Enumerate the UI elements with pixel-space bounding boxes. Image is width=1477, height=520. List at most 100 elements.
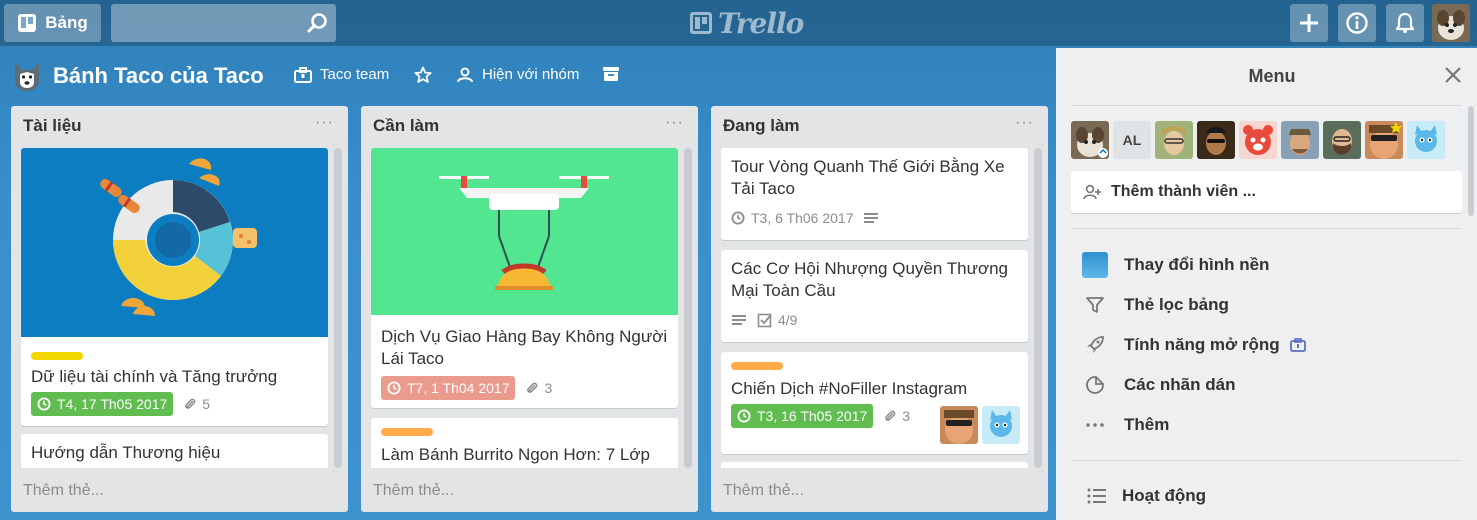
member-avatar[interactable]: [1281, 121, 1319, 159]
add-button[interactable]: [1290, 4, 1328, 42]
menu-item-more[interactable]: Thêm: [1082, 412, 1169, 438]
menu-item-power-ups[interactable]: Tính năng mở rộng: [1082, 332, 1306, 358]
board-title[interactable]: Bánh Taco của Taco: [53, 63, 264, 89]
boards-label: Bảng: [45, 13, 88, 32]
card-title: Chiến Dịch #NoFiller Instagram: [731, 379, 968, 398]
menu-item-change-background[interactable]: Thay đổi hình nền: [1082, 252, 1269, 278]
due-date-badge: T7, 1 Th04 2017: [381, 376, 516, 400]
list-menu-icon[interactable]: ···: [1015, 114, 1034, 132]
list-title[interactable]: Đang làm: [723, 116, 800, 136]
card-instagram[interactable]: Chiến Dịch #NoFiller Instagram T3, 16 Th…: [721, 352, 1028, 454]
drone-cover-image: [371, 148, 678, 315]
list-scrollbar[interactable]: [1034, 148, 1042, 468]
card-partial[interactable]: [721, 462, 1028, 468]
paperclip-icon: [527, 382, 538, 393]
checklist-badge: 4/9: [757, 312, 797, 328]
business-class-icon: [1289, 338, 1306, 352]
list-scrollbar[interactable]: [334, 148, 342, 468]
background-swatch-icon: [1082, 252, 1108, 278]
card-drone-delivery[interactable]: Dịch Vụ Giao Hàng Bay Không Người Lái Ta…: [371, 148, 678, 408]
user-avatar[interactable]: [1432, 4, 1470, 42]
dog-avatar-icon: [1432, 4, 1470, 42]
card-badges: T4, 17 Th05 2017 5: [21, 392, 328, 416]
rocket-icon: [1082, 332, 1108, 358]
card-title: Tour Vòng Quanh Thế Giới Bằng Xe Tải Tac…: [731, 157, 1005, 198]
paperclip-icon: [185, 398, 196, 409]
paperclip-icon: [885, 410, 896, 421]
trello-logo-text: Trello: [718, 6, 804, 40]
person-avatar-icon: [1281, 121, 1319, 159]
add-member-label: Thêm thành viên ...: [1111, 183, 1256, 200]
list-menu-icon[interactable]: ···: [315, 114, 334, 132]
team-visibility-icon: [457, 67, 473, 82]
menu-divider: [1071, 105, 1462, 106]
menu-item-filter-cards[interactable]: Thẻ lọc bảng: [1082, 292, 1229, 318]
close-icon[interactable]: [1442, 64, 1464, 86]
visibility-button[interactable]: Hiện với nhóm: [456, 66, 579, 83]
member-avatar[interactable]: [1197, 121, 1235, 159]
menu-scrollbar[interactable]: [1468, 106, 1474, 216]
member-avatar[interactable]: [1323, 121, 1361, 159]
add-card-button[interactable]: Thêm thẻ...: [373, 482, 454, 500]
dog-avatar-icon: [1071, 121, 1109, 159]
board-menu: Menu AL Thêm thành viên ... Thay đổi hìn…: [1056, 48, 1477, 520]
due-date-text: T3, 16 Th05 2017: [757, 408, 868, 424]
member-avatar-happy-cat[interactable]: [982, 406, 1020, 444]
member-avatar-sunglasses[interactable]: [940, 406, 978, 444]
team-button[interactable]: Taco team: [294, 66, 389, 83]
card-title: Làm Bánh Burrito Ngon Hơn: 7 Lớp: [381, 445, 650, 464]
add-card-button[interactable]: Thêm thẻ...: [23, 482, 104, 500]
card-burrito[interactable]: Làm Bánh Burrito Ngon Hơn: 7 Lớp: [371, 418, 678, 468]
boards-icon: [18, 14, 37, 32]
menu-item-label: Thêm: [1124, 415, 1170, 434]
list-title[interactable]: Cần làm: [373, 116, 439, 136]
card-title: Dữ liệu tài chính và Tăng trưởng: [31, 367, 278, 386]
boards-button[interactable]: Bảng: [4, 4, 101, 42]
info-icon: [1346, 12, 1368, 34]
list-dang-lam: Đang làm ··· Tour Vòng Quanh Thế Giới Bằ…: [711, 106, 1048, 512]
search-icon[interactable]: [306, 12, 328, 34]
card-title: Dịch Vụ Giao Hàng Bay Không Người Lái Ta…: [381, 327, 668, 368]
star-button[interactable]: [414, 66, 432, 84]
card-taco-truck-tour[interactable]: Tour Vòng Quanh Thế Giới Bằng Xe Tải Tac…: [721, 148, 1028, 240]
briefcase-icon: [294, 66, 312, 83]
menu-item-activity[interactable]: Hoạt động: [1084, 483, 1206, 509]
list-title[interactable]: Tài liệu: [23, 116, 82, 136]
card-franchise[interactable]: Các Cơ Hội Nhượng Quyền Thương Mại Toàn …: [721, 250, 1028, 342]
menu-item-label: Thay đổi hình nền: [1124, 255, 1270, 274]
checklist-count: 4/9: [778, 312, 798, 328]
attachments-count: 3: [544, 380, 553, 396]
visibility-label: Hiện với nhóm: [482, 66, 580, 83]
card-financial-data[interactable]: Dữ liệu tài chính và Tăng trưởng T4, 17 …: [21, 148, 328, 426]
description-icon: [864, 213, 879, 223]
list-can-lam: Cần làm ··· Dịch Vụ Giao Hàng Bay Không …: [361, 106, 698, 512]
member-avatar[interactable]: [1365, 121, 1403, 159]
butler-button[interactable]: [602, 66, 620, 82]
member-initials: AL: [1122, 132, 1142, 148]
member-avatar[interactable]: [1239, 121, 1277, 159]
clock-icon: [731, 211, 745, 225]
member-avatar[interactable]: [1071, 121, 1109, 159]
menu-item-stickers[interactable]: Các nhãn dán: [1082, 372, 1235, 398]
member-avatar[interactable]: [1155, 121, 1193, 159]
add-member-button[interactable]: Thêm thành viên ...: [1071, 171, 1462, 213]
card-badges: T7, 1 Th04 2017 3: [371, 376, 678, 400]
info-button[interactable]: [1338, 4, 1376, 42]
menu-item-label: Thẻ lọc bảng: [1124, 295, 1229, 314]
member-avatar[interactable]: [1407, 121, 1445, 159]
notifications-button[interactable]: [1386, 4, 1424, 42]
list-menu-icon[interactable]: ···: [665, 114, 684, 132]
card-badges: 4/9: [721, 308, 1028, 332]
list-scrollbar[interactable]: [684, 148, 692, 468]
search-input[interactable]: [111, 4, 336, 42]
card-brand-guide[interactable]: Hướng dẫn Thương hiệu: [21, 434, 328, 468]
husky-icon: [15, 62, 39, 91]
trello-logo[interactable]: Trello: [690, 6, 804, 40]
happy-cat-avatar-icon: [1407, 121, 1445, 159]
add-card-button[interactable]: Thêm thẻ...: [723, 482, 804, 500]
due-date-text: T7, 1 Th04 2017: [407, 380, 510, 396]
member-avatar-initials[interactable]: AL: [1113, 121, 1151, 159]
board-header: Bánh Taco của Taco Taco team Hiện với nh…: [0, 46, 1056, 106]
list-cards: Dữ liệu tài chính và Tăng trưởng T4, 17 …: [21, 148, 328, 468]
red-bear-avatar-icon: [1239, 121, 1277, 159]
